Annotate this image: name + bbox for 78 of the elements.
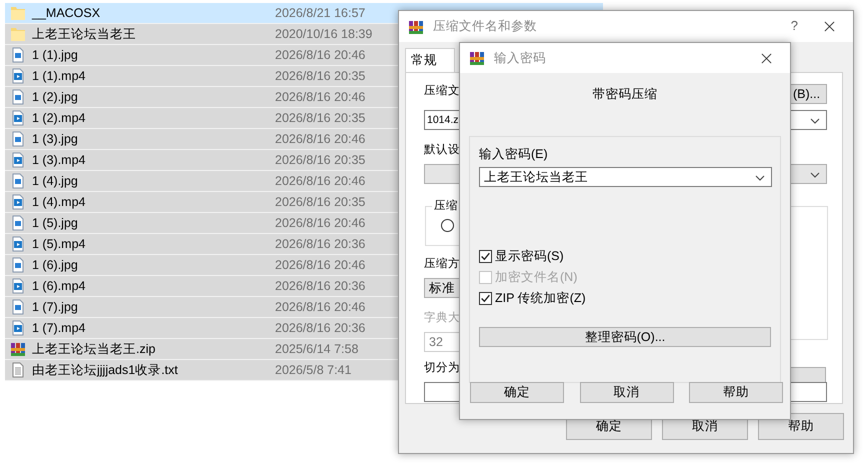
file-date: 2026/8/16 20:35 (275, 195, 366, 209)
radio-button[interactable] (441, 219, 454, 232)
video-file-icon (10, 320, 26, 336)
file-date: 2026/8/21 16:57 (275, 6, 366, 20)
archive-icon (469, 50, 485, 66)
video-file-icon (10, 110, 26, 126)
organize-button[interactable]: 整理密码(O)... (479, 327, 771, 347)
field-label: 输入密码(E) (479, 147, 548, 162)
text-file-icon (10, 362, 26, 378)
file-date: 2026/8/16 20:35 (275, 69, 366, 83)
folder-icon (10, 5, 26, 21)
field-label: 切分为 (424, 361, 460, 376)
file-name: 1 (5).mp4 (32, 237, 86, 251)
file-name: 1 (4).jpg (32, 174, 79, 188)
file-date: 2026/8/16 20:36 (275, 237, 366, 251)
file-name: 由老王论坛jjjjads1收录.txt (32, 362, 179, 378)
file-name: 1 (6).jpg (32, 258, 79, 272)
file-name: 上老王论坛当老王 (32, 26, 137, 42)
image-file-icon (10, 47, 26, 63)
dialog-button[interactable]: 确定 (470, 382, 564, 403)
file-date: 2026/8/16 20:46 (275, 258, 366, 272)
image-file-icon (10, 131, 26, 147)
browse-button[interactable]: (B)... (790, 84, 827, 104)
file-name: __MACOSX (32, 6, 102, 20)
file-date: 2020/10/16 18:39 (275, 27, 372, 41)
file-name: 1 (2).mp4 (32, 111, 86, 125)
field-label: 压缩方 (424, 257, 460, 272)
dialog-button[interactable]: 取消 (580, 382, 674, 403)
file-date: 2025/6/14 7:58 (275, 342, 358, 356)
file-name: 1 (1).mp4 (32, 69, 86, 83)
dialog-button[interactable]: 帮助 (689, 382, 783, 403)
image-file-icon (10, 299, 26, 315)
checkbox[interactable] (479, 250, 492, 262)
file-date: 2026/8/16 20:46 (275, 48, 366, 62)
file-date: 2026/8/16 20:35 (275, 153, 366, 167)
video-file-icon (10, 278, 26, 294)
video-file-icon (10, 68, 26, 84)
file-date: 2026/8/16 20:36 (275, 279, 366, 293)
file-name: 1 (5).jpg (32, 216, 79, 230)
file-name: 1 (3).jpg (32, 132, 79, 146)
video-file-icon (10, 152, 26, 168)
file-name: 1 (7).mp4 (32, 321, 86, 335)
file-date: 2026/8/16 20:46 (275, 216, 366, 230)
chevron-icon (810, 118, 820, 124)
image-file-icon (10, 257, 26, 273)
video-file-icon (10, 194, 26, 210)
image-file-icon (10, 173, 26, 189)
chevron-icon (810, 172, 820, 178)
archive-icon (10, 341, 26, 357)
file-name: 1 (3).mp4 (32, 153, 86, 167)
file-name: 上老王论坛当老王.zip (32, 340, 156, 358)
file-date: 2026/8/16 20:35 (275, 111, 366, 125)
dialog-button[interactable]: 帮助 (758, 413, 844, 440)
tab[interactable]: 常规 (405, 48, 455, 72)
image-file-icon (10, 215, 26, 231)
archive-icon (408, 18, 424, 34)
file-name: 1 (2).jpg (32, 90, 79, 104)
field-label: 压缩文 (424, 84, 460, 99)
file-date: 2026/5/8 7:41 (275, 363, 352, 377)
video-file-icon (10, 236, 26, 252)
file-name: 1 (6).mp4 (32, 279, 86, 293)
file-date: 2026/8/16 20:46 (275, 300, 366, 314)
close-icon[interactable] (824, 21, 835, 32)
file-name: 1 (7).jpg (32, 300, 79, 314)
image-file-icon (10, 89, 26, 105)
close-icon[interactable] (761, 53, 772, 64)
file-date: 2026/8/16 20:46 (275, 132, 366, 146)
file-date: 2026/8/16 20:46 (275, 174, 366, 188)
file-date: 2026/8/16 20:36 (275, 321, 366, 335)
file-name: 1 (4).mp4 (32, 195, 86, 209)
file-name: 1 (1).jpg (32, 48, 79, 62)
folder-icon (10, 26, 26, 42)
file-date: 2026/8/16 20:46 (275, 90, 366, 104)
password-field[interactable]: 上老王论坛当老王 (479, 167, 772, 187)
chevron-icon (755, 175, 765, 181)
checkbox[interactable] (479, 292, 492, 304)
window-title: 输入密码 (494, 50, 546, 66)
help-button[interactable]: ? (790, 18, 798, 33)
